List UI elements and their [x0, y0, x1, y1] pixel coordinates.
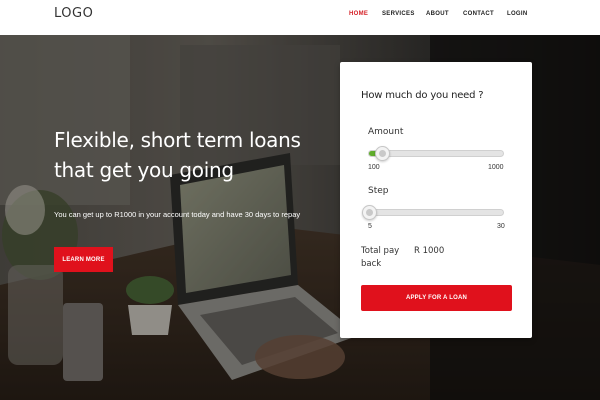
step-slider[interactable]: [362, 205, 504, 220]
nav-link-about[interactable]: ABOUT: [426, 11, 449, 17]
nav-link-services[interactable]: SERVICES: [382, 11, 415, 17]
amount-min-value: 100: [368, 164, 380, 171]
apply-for-loan-button[interactable]: APPLY FOR A LOAN: [361, 285, 512, 311]
hero-headline: Flexible, short term loans that get you …: [54, 128, 301, 182]
nav-link-contact[interactable]: CONTACT: [463, 11, 494, 17]
loan-calculator-card: How much do you need ? Amount 100 1000 S…: [340, 62, 532, 338]
hero-subline: You can get up to R1000 in your account …: [54, 210, 301, 219]
step-max-value: 30: [497, 223, 505, 230]
amount-label: Amount: [368, 127, 404, 137]
step-slider-thumb[interactable]: [362, 205, 377, 220]
loan-card-title: How much do you need ?: [361, 90, 484, 101]
nav-link-home[interactable]: HOME: [349, 11, 368, 17]
step-min-value: 5: [368, 223, 372, 230]
main-nav: HOME SERVICES ABOUT CONTACT LOGIN: [0, 11, 600, 25]
total-pay-back-label: Total pay back: [361, 246, 400, 269]
top-navbar: LOGO HOME SERVICES ABOUT CONTACT LOGIN: [0, 0, 600, 35]
amount-slider[interactable]: [368, 146, 504, 161]
learn-more-button[interactable]: LEARN MORE: [54, 247, 113, 272]
step-label: Step: [368, 186, 389, 196]
total-pay-back-value: R 1000: [414, 246, 445, 256]
amount-slider-thumb[interactable]: [375, 146, 391, 161]
amount-max-value: 1000: [488, 164, 504, 171]
nav-link-login[interactable]: LOGIN: [507, 11, 528, 17]
